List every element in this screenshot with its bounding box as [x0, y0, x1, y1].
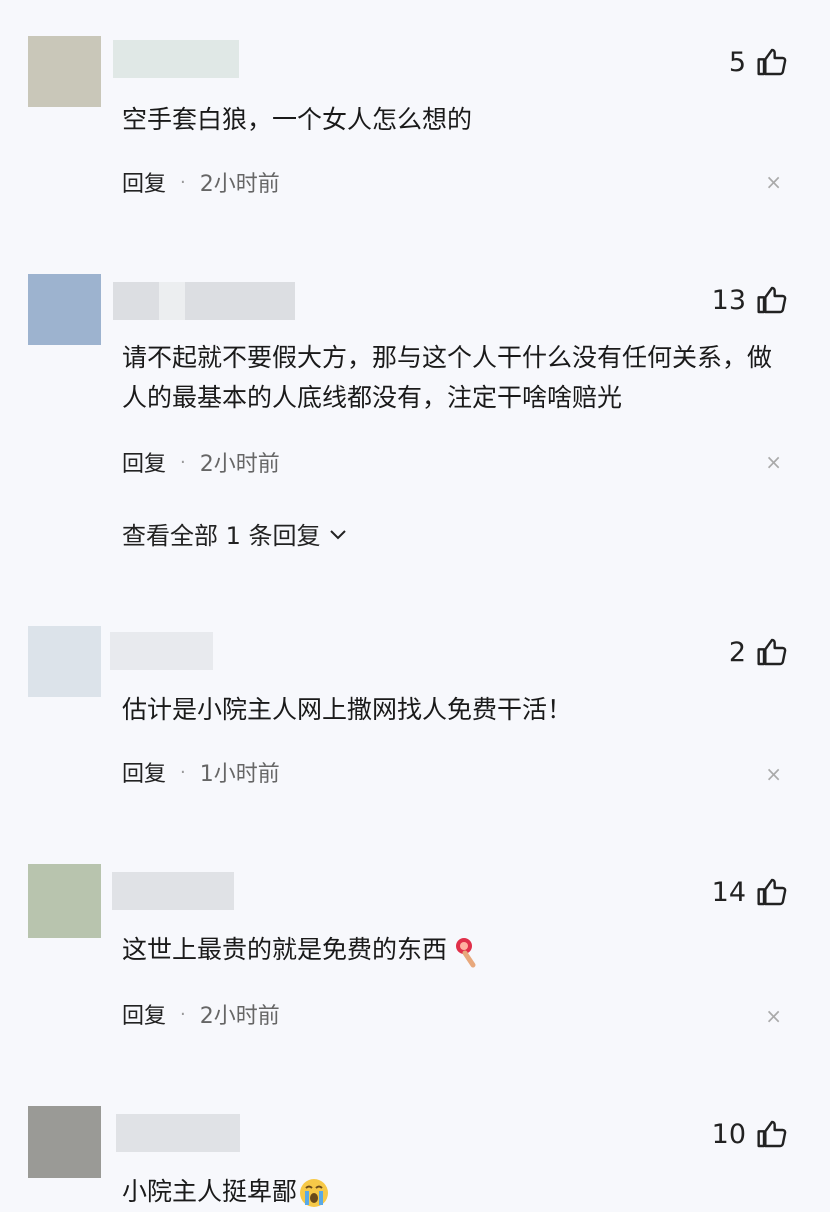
reply-button[interactable]: 回复 [122, 166, 166, 198]
separator-dot: · [180, 171, 186, 193]
comment-text-content: 这世上最贵的就是免费的东西 [122, 935, 448, 964]
thumbs-up-icon[interactable] [756, 1118, 788, 1150]
view-all-replies-button[interactable]: 查看全部 1 条回复 [122, 516, 347, 551]
avatar[interactable] [28, 626, 101, 697]
view-all-replies-label: 查看全部 1 条回复 [122, 522, 321, 550]
comment-text: 小院主人挺卑鄙 [122, 1172, 782, 1212]
username-blurred[interactable] [113, 40, 239, 78]
like-count: 14 [711, 876, 746, 908]
rose-emoji [456, 938, 476, 968]
thumbs-up-icon[interactable] [756, 636, 788, 668]
timestamp: 2小时前 [199, 452, 280, 477]
reply-button[interactable]: 回复 [122, 756, 166, 788]
comment-text: 请不起就不要假大方，那与这个人干什么没有任何关系，做人的最基本的人底线都没有，注… [122, 343, 773, 412]
close-icon[interactable]: × [765, 170, 782, 194]
comment-text: 空手套白狼，一个女人怎么想的 [122, 105, 473, 134]
like-group[interactable]: 2 [729, 636, 788, 668]
avatar[interactable] [28, 1106, 101, 1178]
reply-button[interactable]: 回复 [122, 446, 166, 478]
separator-dot: · [180, 761, 186, 783]
like-group[interactable]: 13 [712, 284, 788, 316]
comment-item: 13 请不起就不要假大方，那与这个人干什么没有任何关系，做人的最基本的人底线都没… [0, 240, 830, 600]
timestamp: 2小时前 [199, 172, 280, 197]
comment-item: 10 小院主人挺卑鄙 [0, 1100, 830, 1208]
comment-text: 这世上最贵的就是免费的东西 [122, 930, 782, 970]
comment-item: 14 这世上最贵的就是免费的东西 回复 · 2小时前 × [0, 850, 830, 1100]
separator-dot: · [180, 1003, 186, 1025]
reply-button[interactable]: 回复 [122, 998, 166, 1030]
thumbs-up-icon[interactable] [756, 876, 788, 908]
avatar[interactable] [28, 864, 101, 938]
close-icon[interactable]: × [765, 450, 782, 474]
username-blurred[interactable] [116, 1114, 240, 1152]
avatar[interactable] [28, 36, 101, 107]
crying-emoji [300, 1179, 329, 1207]
like-group[interactable]: 5 [729, 46, 788, 78]
thumbs-up-icon[interactable] [756, 46, 788, 78]
timestamp: 2小时前 [199, 1004, 280, 1029]
like-group[interactable]: 10 [712, 1118, 788, 1150]
like-count: 10 [711, 1118, 746, 1150]
username-blurred[interactable] [110, 632, 213, 670]
thumbs-up-icon[interactable] [756, 284, 788, 316]
comment-item: 5 空手套白狼，一个女人怎么想的 回复 · 2小时前 × [0, 0, 830, 240]
like-count: 13 [711, 284, 746, 316]
comment-text-content: 小院主人挺卑鄙 [122, 1177, 298, 1206]
avatar[interactable] [28, 274, 101, 345]
comment-item: 2 估计是小院主人网上撒网找人免费干活！ 回复 · 1小时前 × [0, 600, 830, 850]
close-icon[interactable]: × [765, 762, 782, 786]
username-blurred[interactable] [112, 872, 234, 910]
separator-dot: · [180, 451, 186, 473]
comment-text: 估计是小院主人网上撒网找人免费干活！ [122, 695, 573, 724]
close-icon[interactable]: × [765, 1004, 782, 1028]
timestamp: 1小时前 [199, 762, 280, 787]
like-group[interactable]: 14 [712, 876, 788, 908]
username-blurred[interactable] [113, 282, 295, 320]
chevron-down-icon [329, 529, 346, 539]
like-count: 2 [728, 636, 746, 668]
like-count: 5 [728, 46, 746, 78]
